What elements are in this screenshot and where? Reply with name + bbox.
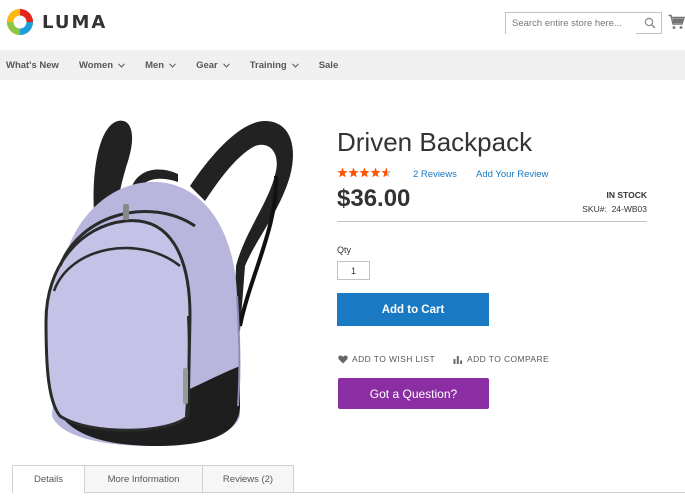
got-a-question-button[interactable]: Got a Question? <box>338 378 489 409</box>
main-nav: What's New Women Men Gear Training Sale <box>0 50 685 80</box>
nav-item-label: Gear <box>196 59 218 71</box>
search-icon[interactable] <box>644 17 656 29</box>
product-price: $36.00 <box>337 185 411 212</box>
nav-item-label: What's New <box>6 59 59 71</box>
product-tabs: Details More Information Reviews (2) <box>12 465 294 493</box>
nav-item-sale[interactable]: Sale <box>319 60 339 71</box>
chevron-down-icon <box>118 62 125 68</box>
chevron-down-icon <box>222 62 230 68</box>
rating-stars <box>337 167 392 178</box>
star-icon <box>370 167 381 178</box>
nav-item-whats-new[interactable]: What's New <box>6 60 59 71</box>
star-icon <box>381 167 392 178</box>
nav-item-label: Training <box>249 59 287 71</box>
nav-item-label: Sale <box>318 59 339 71</box>
star-icon <box>359 167 370 178</box>
product-image[interactable] <box>40 116 300 450</box>
add-review-link[interactable]: Add Your Review <box>476 169 548 180</box>
tab-details[interactable]: Details <box>12 465 85 493</box>
logo-text: LUMA <box>42 11 108 33</box>
chevron-down-icon <box>169 62 176 68</box>
compare-label: ADD TO COMPARE <box>467 354 550 364</box>
product-sku: SKU#: 24-WB03 <box>582 204 647 214</box>
divider <box>337 221 647 222</box>
star-icon <box>348 167 359 178</box>
tab-more-information[interactable]: More Information <box>85 465 203 493</box>
heart-icon <box>338 355 348 363</box>
qty-label: Qty <box>337 245 352 255</box>
logo[interactable]: LUMA <box>6 8 107 36</box>
sku-value: 24-WB03 <box>611 204 647 214</box>
nav-item-training[interactable]: Training <box>250 60 299 71</box>
site-header: LUMA <box>0 0 685 50</box>
reviews-link[interactable]: 2 Reviews <box>413 169 457 180</box>
sku-label: SKU#: <box>582 204 607 214</box>
add-to-cart-button[interactable]: Add to Cart <box>337 293 489 326</box>
luma-logo-icon <box>7 9 33 35</box>
nav-item-men[interactable]: Men <box>145 60 176 71</box>
nav-item-label: Women <box>78 59 114 71</box>
bar-chart-icon <box>453 355 463 364</box>
search-box[interactable] <box>505 12 662 34</box>
add-to-wishlist-link[interactable]: ADD TO WISH LIST <box>338 354 435 364</box>
search-input[interactable] <box>506 13 636 34</box>
product-title: Driven Backpack <box>337 127 533 157</box>
nav-item-women[interactable]: Women <box>79 60 125 71</box>
add-to-compare-link[interactable]: ADD TO COMPARE <box>453 354 549 364</box>
nav-item-gear[interactable]: Gear <box>196 60 230 71</box>
wishlist-label: ADD TO WISH LIST <box>352 354 436 364</box>
tab-reviews[interactable]: Reviews (2) <box>203 465 294 493</box>
chevron-down-icon <box>291 62 299 68</box>
star-icon <box>337 167 348 178</box>
stock-status: IN STOCK <box>606 190 647 200</box>
nav-item-label: Men <box>145 59 165 71</box>
cart-icon[interactable] <box>668 14 685 30</box>
qty-input[interactable] <box>337 261 370 280</box>
